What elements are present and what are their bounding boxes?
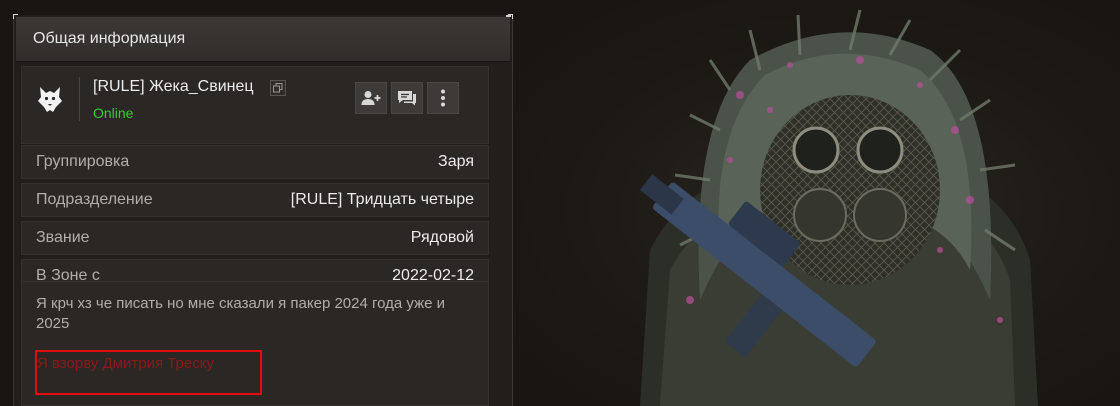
- character-render: [639, 9, 1038, 406]
- row-label: Группировка: [36, 153, 130, 170]
- bio-text: Я крч хз че писать но мне сказали я паке…: [36, 295, 445, 332]
- vertical-dots-icon: [441, 89, 445, 107]
- row-value: [RULE] Тридцать четыре: [290, 191, 474, 208]
- info-row-rank: Звание Рядовой: [21, 221, 489, 255]
- row-label: Звание: [36, 229, 90, 246]
- row-value: Заря: [438, 153, 474, 170]
- row-label: Подразделение: [36, 191, 153, 208]
- bio-box: Я крч хз че писать но мне сказали я паке…: [21, 281, 489, 406]
- info-row-division: Подразделение [RULE] Тридцать четыре: [21, 183, 489, 217]
- online-status: Online: [93, 105, 134, 121]
- info-row-faction: Группировка Заря: [21, 145, 489, 179]
- copy-name-button[interactable]: [270, 80, 286, 96]
- row-value: Рядовой: [410, 229, 474, 246]
- window-corner-mark: [506, 15, 511, 17]
- message-button[interactable]: [391, 82, 423, 114]
- profile-divider: [79, 77, 80, 121]
- wolf-head-icon: [38, 87, 62, 112]
- add-user-icon: [361, 91, 381, 105]
- game-screen: Общая информация [RULE] Жека_Свинец Onli…: [0, 0, 1120, 406]
- profile-card: [RULE] Жека_Свинец Online: [21, 66, 489, 144]
- panel-corner-top-left: [13, 14, 18, 19]
- player-name: [RULE] Жека_Свинец: [93, 78, 254, 95]
- more-options-button[interactable]: [427, 82, 459, 114]
- bio-highlighted-line: Я взорву Дмитрия Треску: [37, 355, 214, 372]
- add-friend-button[interactable]: [355, 82, 387, 114]
- info-rows: Группировка Заря Подразделение [RULE] Тр…: [21, 145, 489, 297]
- chat-icon: [398, 91, 416, 106]
- panel-title: Общая информация: [16, 17, 510, 62]
- copy-icon: [273, 83, 283, 93]
